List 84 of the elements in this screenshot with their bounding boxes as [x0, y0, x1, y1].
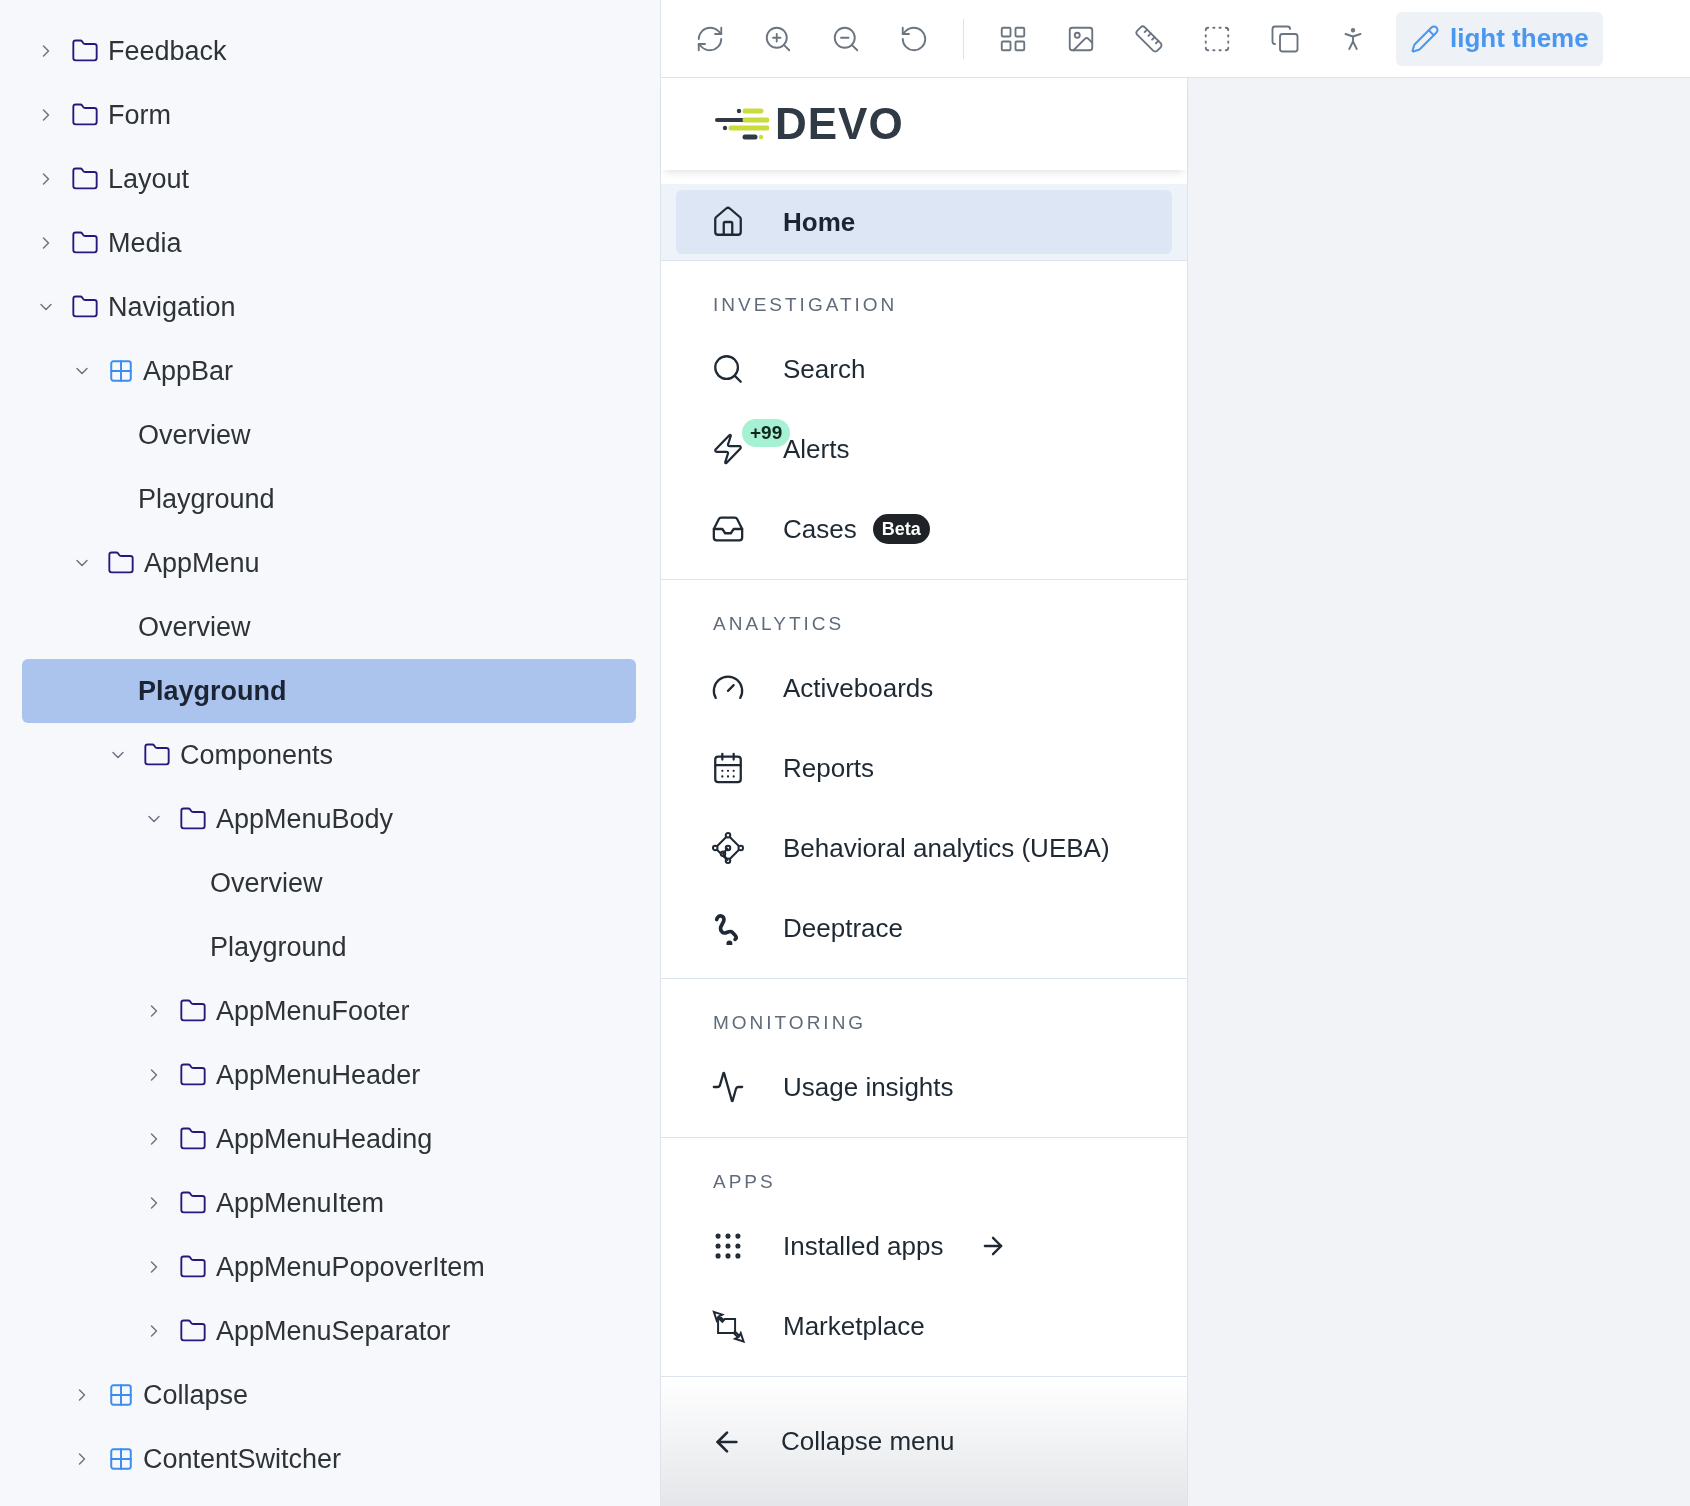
tree-item[interactable]: Feedback [22, 19, 636, 83]
logo-text: DEVO [775, 102, 904, 146]
section-heading: MONITORING [712, 1011, 868, 1035]
lightning-icon [711, 432, 745, 466]
menu-item-label: Home [783, 205, 856, 239]
tree-item-label: AppBar [143, 354, 234, 388]
tree-item-label: AppMenuPopoverItem [216, 1250, 485, 1284]
network-diamond-icon [711, 831, 745, 865]
tree-item-label: Playground [210, 930, 347, 964]
tree-item-label: Overview [138, 418, 251, 452]
menu-item-label: Search [783, 352, 866, 386]
tree-item[interactable]: Media [22, 211, 636, 275]
tree-item-label: AppMenuSeparator [216, 1314, 451, 1348]
pulse-icon [711, 1070, 745, 1104]
menu-item-label: Usage insights [783, 1070, 954, 1104]
section-heading: APPS [712, 1170, 777, 1194]
menu-item[interactable]: Reports [676, 728, 1172, 808]
tree-item-label: Overview [138, 610, 251, 644]
tree-item[interactable]: ContentSwitcher [22, 1427, 636, 1491]
beta-tag: Beta [872, 514, 930, 544]
tree-item-label: Collapse [143, 1378, 249, 1412]
calendar-icon [711, 751, 745, 785]
menu-item-label: Deeptrace [783, 911, 903, 945]
component-icon [108, 358, 134, 384]
menu-item-label: Behavioral analytics (UEBA) [783, 831, 1110, 865]
menu-item-label: Installed apps [783, 1229, 944, 1263]
tree-item[interactable]: Overview [22, 851, 636, 915]
tree-item-label: Navigation [108, 290, 236, 324]
tree-item[interactable]: AppMenuPopoverItem [22, 1235, 636, 1299]
menu-item-label: Activeboards [783, 671, 934, 705]
tree-item[interactable]: AppMenuItem [22, 1171, 636, 1235]
tree-item-label: Components [180, 738, 334, 772]
menu-item[interactable]: Marketplace [676, 1286, 1172, 1366]
menu-item[interactable]: Behavioral analytics (UEBA) [676, 808, 1172, 888]
tree-item[interactable]: Navigation [22, 275, 636, 339]
tree-item[interactable]: AppBar [22, 339, 636, 403]
tree-item[interactable]: Playground [22, 915, 636, 979]
menu-item[interactable]: Deeptrace [676, 888, 1172, 968]
menu-item[interactable]: Usage insights [676, 1047, 1172, 1127]
tree-item[interactable]: AppMenuFooter [22, 979, 636, 1043]
tree-item-label: Feedback [108, 34, 227, 68]
tree-item[interactable]: Overview [22, 403, 636, 467]
tree-item-label: AppMenuItem [216, 1186, 385, 1220]
tree-item[interactable]: Playground [22, 659, 636, 723]
menu-item[interactable]: Installed apps [676, 1206, 1172, 1286]
menu-item[interactable]: Search [676, 329, 1172, 409]
component-icon [108, 1382, 134, 1408]
tree-item[interactable]: Overview [22, 595, 636, 659]
tree-item[interactable]: AppMenuHeader [22, 1043, 636, 1107]
tree-item-label: AppMenuHeading [216, 1122, 433, 1156]
tree-item-label: Layout [108, 162, 190, 196]
tree-item-label: AppMenuFooter [216, 994, 410, 1028]
tree-item[interactable]: Playground [22, 467, 636, 531]
section-heading: INVESTIGATION [712, 293, 899, 317]
section-heading: ANALYTICS [712, 612, 846, 636]
tree-item[interactable]: AppMenuSeparator [22, 1299, 636, 1363]
menu-item-label: Reports [783, 751, 875, 785]
tree-item-label: ContentSwitcher [143, 1442, 342, 1476]
tree-item[interactable]: Form [22, 83, 636, 147]
tree-item[interactable]: Collapse [22, 1363, 636, 1427]
tree-item-label: Overview [210, 866, 323, 900]
component-icon [108, 1446, 134, 1472]
tree-item[interactable]: AppMenu [22, 531, 636, 595]
menu-item-label: Cases [783, 512, 857, 546]
menu-item[interactable]: Cases Beta [676, 489, 1172, 569]
tree-item-label: AppMenuHeader [216, 1058, 421, 1092]
home-icon [711, 205, 745, 239]
speed-lines-icon [715, 107, 769, 141]
tree-item-label: AppMenuBody [216, 802, 394, 836]
menu-item-label: Marketplace [783, 1309, 925, 1343]
tree-item-label: Form [108, 98, 171, 132]
tree-item-label: Playground [138, 482, 275, 516]
tree-item-label: Playground [138, 674, 287, 708]
tree-item[interactable]: Layout [22, 147, 636, 211]
tree-item[interactable]: AppMenuBody [22, 787, 636, 851]
tree-item-label: Media [108, 226, 182, 260]
pencil-icon [1410, 23, 1440, 54]
search-icon [711, 352, 745, 386]
tree-item[interactable]: Components [22, 723, 636, 787]
menu-item[interactable]: Activeboards [676, 648, 1172, 728]
arrows-expand-icon [711, 1309, 745, 1343]
menu-item[interactable]: Home [676, 190, 1172, 254]
tree-item-label: AppMenu [144, 546, 260, 580]
tree-item[interactable]: AppMenuHeading [22, 1107, 636, 1171]
